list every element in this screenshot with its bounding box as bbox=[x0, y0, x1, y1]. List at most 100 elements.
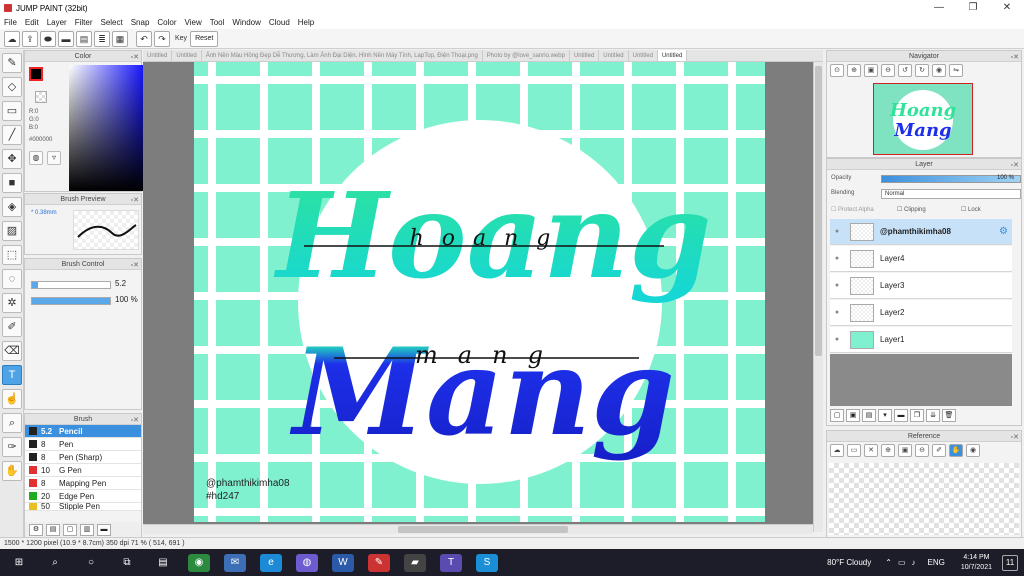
clock[interactable]: 4:14 PM 10/7/2021 bbox=[961, 553, 992, 573]
reference-close-icon[interactable]: ✕ bbox=[864, 444, 878, 457]
protect-alpha-checkbox[interactable]: ☐ Protect Alpha bbox=[831, 206, 874, 213]
brush-item[interactable]: 8 Pen (Sharp) bbox=[25, 451, 141, 464]
reference-fit-icon[interactable]: ▣ bbox=[898, 444, 912, 457]
tab-untitled[interactable]: Untitled bbox=[172, 50, 202, 61]
volume-icon[interactable]: ♪ bbox=[912, 558, 916, 567]
menu-help[interactable]: Help bbox=[298, 18, 314, 27]
foreground-color-swatch[interactable] bbox=[29, 67, 43, 81]
layer-menu-icon[interactable]: ▾ bbox=[878, 409, 892, 422]
jump-paint-icon[interactable]: ✎ bbox=[368, 553, 390, 572]
clipping-checkbox[interactable]: ☐ Clipping bbox=[897, 206, 926, 213]
menu-file[interactable]: File bbox=[4, 18, 17, 27]
layer-row[interactable]: ● Layer4 bbox=[830, 246, 1012, 272]
brush-item[interactable]: 8 Mapping Pen bbox=[25, 477, 141, 490]
reference-zoom-out-icon[interactable]: ⊖ bbox=[915, 444, 929, 457]
grid-icon[interactable]: ▦ bbox=[112, 30, 128, 47]
shape-ellipse-icon[interactable]: ⬬ bbox=[40, 30, 56, 47]
menu-color[interactable]: Color bbox=[157, 18, 176, 27]
reference-reset-icon[interactable]: ◉ bbox=[966, 444, 980, 457]
gradient-tool-icon[interactable]: ▨ bbox=[2, 221, 22, 241]
layer-row[interactable]: ● Layer1 bbox=[830, 327, 1012, 353]
brush-folder-icon[interactable]: ▢ bbox=[63, 523, 77, 536]
rect-select-tool-icon[interactable]: ▭ bbox=[2, 101, 22, 121]
menu-filter[interactable]: Filter bbox=[75, 18, 93, 27]
network-icon[interactable]: ▭ bbox=[898, 558, 906, 567]
marquee-tool-icon[interactable]: ⬚ bbox=[2, 245, 22, 265]
menu-edit[interactable]: Edit bbox=[25, 18, 39, 27]
zoom-fit-icon[interactable]: ⊙ bbox=[830, 64, 844, 77]
reference-open-icon[interactable]: ▭ bbox=[847, 444, 861, 457]
operation-tool-icon[interactable]: ☝ bbox=[2, 389, 22, 409]
upload-icon[interactable]: ⇪ bbox=[22, 30, 38, 47]
background-color-swatch[interactable] bbox=[35, 91, 47, 103]
eyedropper-tool-icon[interactable]: ⌕ bbox=[2, 413, 22, 433]
tab-untitled[interactable]: Untitled bbox=[143, 50, 173, 61]
reference-area[interactable] bbox=[829, 463, 1019, 535]
brush-open-icon[interactable]: ▬ bbox=[97, 523, 111, 536]
weather-widget[interactable]: 80°F Cloudy bbox=[827, 558, 871, 567]
brush-size-slider[interactable] bbox=[31, 281, 111, 289]
menu-tool[interactable]: Tool bbox=[210, 18, 225, 27]
layer-row[interactable]: ● Layer3 bbox=[830, 273, 1012, 299]
messenger-icon[interactable]: ◍ bbox=[296, 553, 318, 572]
menu-layer[interactable]: Layer bbox=[47, 18, 67, 27]
tray-chevron-icon[interactable]: ⌃ bbox=[885, 558, 892, 567]
new-layer-icon[interactable]: ▢ bbox=[830, 409, 844, 422]
palette-icon[interactable]: ◍ bbox=[29, 151, 43, 165]
task-view-icon[interactable]: ⧉ bbox=[116, 554, 138, 572]
undo-icon[interactable]: ↶ bbox=[136, 30, 152, 47]
bucket-tool-icon[interactable]: ◈ bbox=[2, 197, 22, 217]
reset-rotation-icon[interactable]: ◉ bbox=[932, 64, 946, 77]
reference-hand-icon[interactable]: ✋ bbox=[949, 444, 963, 457]
brush-opacity-slider[interactable] bbox=[31, 297, 111, 305]
swatch-menu-icon[interactable]: ▿ bbox=[47, 151, 61, 165]
visibility-icon[interactable]: ● bbox=[830, 336, 844, 343]
document-icon[interactable]: ▤ bbox=[76, 30, 92, 47]
rotate-right-icon[interactable]: ↻ bbox=[915, 64, 929, 77]
layer-row[interactable]: ● Layer2 bbox=[830, 300, 1012, 326]
navigator-thumbnail[interactable]: Hoang Mang bbox=[873, 83, 973, 155]
tab-untitled[interactable]: Untitled bbox=[599, 50, 629, 61]
windows-start-icon[interactable]: ⊞ bbox=[8, 554, 30, 572]
horizontal-scrollbar[interactable] bbox=[143, 524, 813, 534]
magic-wand-tool-icon[interactable]: ✲ bbox=[2, 293, 22, 313]
notification-icon[interactable]: 11 bbox=[1002, 554, 1018, 571]
flip-icon[interactable]: ⇋ bbox=[949, 64, 963, 77]
menu-select[interactable]: Select bbox=[100, 18, 122, 27]
panel-controls-icon[interactable]: ▫✕ bbox=[1011, 432, 1019, 443]
horizontal-scroll-thumb[interactable] bbox=[398, 526, 568, 533]
mail-icon[interactable]: ✉ bbox=[224, 553, 246, 572]
saturation-value-picker[interactable] bbox=[69, 65, 151, 191]
explorer-icon[interactable]: ▰ bbox=[404, 553, 426, 572]
merge-layer-icon[interactable]: ⇊ bbox=[926, 409, 940, 422]
reference-cloud-icon[interactable]: ☁ bbox=[830, 444, 844, 457]
menu-view[interactable]: View bbox=[185, 18, 202, 27]
line-tool-icon[interactable]: ╱ bbox=[2, 125, 22, 145]
brush-item[interactable]: 10 G Pen bbox=[25, 464, 141, 477]
store-icon[interactable]: ▤ bbox=[152, 554, 174, 572]
edge-icon[interactable]: e bbox=[260, 553, 282, 572]
panel-controls-icon[interactable]: ▫✕ bbox=[131, 415, 139, 426]
search-icon[interactable]: ⌕ bbox=[44, 554, 66, 572]
text-doc-icon[interactable]: ≣ bbox=[94, 30, 110, 47]
tab-pink-wallpaper[interactable]: Ảnh Nền Màu Hồng Đẹp Dễ Thương, Làm Ảnh … bbox=[202, 50, 483, 61]
text-tool-icon[interactable]: T bbox=[2, 365, 22, 385]
add-brush-icon[interactable]: ▤ bbox=[46, 523, 60, 536]
reference-eyedropper-icon[interactable]: ✐ bbox=[932, 444, 946, 457]
tab-photo-love-sanrio[interactable]: Photo by @love_sanrio.webp bbox=[483, 50, 570, 61]
panel-controls-icon[interactable]: ▫✕ bbox=[131, 52, 139, 63]
move-tool-icon[interactable]: ✥ bbox=[2, 149, 22, 169]
brush-settings-icon[interactable]: ⚙ bbox=[29, 523, 43, 536]
vertical-scroll-thumb[interactable] bbox=[815, 66, 822, 356]
menu-window[interactable]: Window bbox=[232, 18, 260, 27]
select-eraser-tool-icon[interactable]: ⌫ bbox=[2, 341, 22, 361]
new-layer-8bit-icon[interactable]: ▣ bbox=[846, 409, 860, 422]
language-indicator[interactable]: ENG bbox=[928, 558, 945, 567]
rotate-left-icon[interactable]: ↺ bbox=[898, 64, 912, 77]
minimize-button[interactable]: — bbox=[922, 0, 956, 16]
new-folder-icon[interactable]: ▬ bbox=[894, 409, 908, 422]
zoom-in-icon[interactable]: ⊕ bbox=[847, 64, 861, 77]
panel-controls-icon[interactable]: ▫✕ bbox=[131, 260, 139, 271]
artboard[interactable]: Hoang Mang hoang mang @phamthikimha08 #h… bbox=[194, 62, 765, 522]
maximize-button[interactable]: ❐ bbox=[956, 0, 990, 16]
